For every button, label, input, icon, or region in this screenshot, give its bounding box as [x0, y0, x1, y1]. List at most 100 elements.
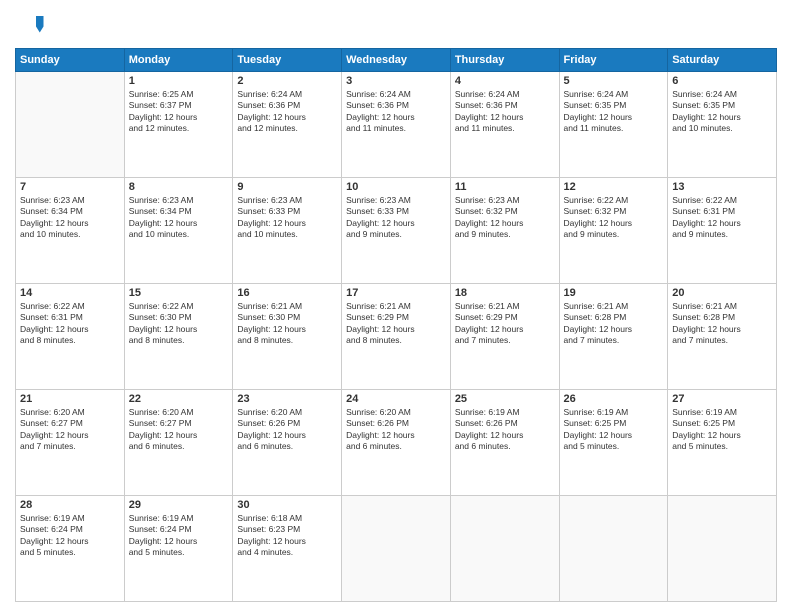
calendar-cell: 1 Sunrise: 6:25 AMSunset: 6:37 PMDaylight… — [124, 72, 233, 178]
day-info: Sunrise: 6:19 AMSunset: 6:24 PMDaylight:… — [20, 513, 120, 559]
day-number: 12 — [564, 181, 664, 193]
day-info: Sunrise: 6:20 AMSunset: 6:27 PMDaylight:… — [129, 407, 229, 453]
calendar-cell — [342, 496, 451, 602]
day-info: Sunrise: 6:19 AMSunset: 6:25 PMDaylight:… — [672, 407, 772, 453]
day-info: Sunrise: 6:21 AMSunset: 6:28 PMDaylight:… — [564, 301, 664, 347]
day-number: 29 — [129, 499, 229, 511]
day-info: Sunrise: 6:19 AMSunset: 6:26 PMDaylight:… — [455, 407, 555, 453]
calendar-cell: 18 Sunrise: 6:21 AMSunset: 6:29 PMDayligh… — [450, 284, 559, 390]
calendar-cell — [450, 496, 559, 602]
col-header-saturday: Saturday — [668, 49, 777, 72]
day-number: 13 — [672, 181, 772, 193]
calendar-cell: 11 Sunrise: 6:23 AMSunset: 6:32 PMDayligh… — [450, 178, 559, 284]
day-number: 26 — [564, 393, 664, 405]
day-number: 23 — [237, 393, 337, 405]
day-info: Sunrise: 6:21 AMSunset: 6:29 PMDaylight:… — [346, 301, 446, 347]
calendar-cell — [16, 72, 125, 178]
col-header-tuesday: Tuesday — [233, 49, 342, 72]
day-info: Sunrise: 6:21 AMSunset: 6:28 PMDaylight:… — [672, 301, 772, 347]
day-number: 27 — [672, 393, 772, 405]
day-info: Sunrise: 6:20 AMSunset: 6:27 PMDaylight:… — [20, 407, 120, 453]
calendar-cell: 21 Sunrise: 6:20 AMSunset: 6:27 PMDayligh… — [16, 390, 125, 496]
day-number: 11 — [455, 181, 555, 193]
header — [15, 10, 777, 40]
day-info: Sunrise: 6:24 AMSunset: 6:36 PMDaylight:… — [346, 89, 446, 135]
calendar-table: SundayMondayTuesdayWednesdayThursdayFrid… — [15, 48, 777, 602]
col-header-sunday: Sunday — [16, 49, 125, 72]
day-info: Sunrise: 6:23 AMSunset: 6:33 PMDaylight:… — [237, 195, 337, 241]
day-info: Sunrise: 6:21 AMSunset: 6:29 PMDaylight:… — [455, 301, 555, 347]
day-info: Sunrise: 6:23 AMSunset: 6:34 PMDaylight:… — [20, 195, 120, 241]
calendar-cell: 10 Sunrise: 6:23 AMSunset: 6:33 PMDayligh… — [342, 178, 451, 284]
day-number: 20 — [672, 287, 772, 299]
calendar-cell: 27 Sunrise: 6:19 AMSunset: 6:25 PMDayligh… — [668, 390, 777, 496]
day-info: Sunrise: 6:24 AMSunset: 6:35 PMDaylight:… — [672, 89, 772, 135]
day-info: Sunrise: 6:20 AMSunset: 6:26 PMDaylight:… — [237, 407, 337, 453]
day-info: Sunrise: 6:23 AMSunset: 6:32 PMDaylight:… — [455, 195, 555, 241]
calendar-cell: 17 Sunrise: 6:21 AMSunset: 6:29 PMDayligh… — [342, 284, 451, 390]
calendar-cell — [668, 496, 777, 602]
col-header-wednesday: Wednesday — [342, 49, 451, 72]
calendar-cell: 2 Sunrise: 6:24 AMSunset: 6:36 PMDaylight… — [233, 72, 342, 178]
calendar-cell: 24Sunrise: 6:20 AMSunset: 6:26 PMDayligh… — [342, 390, 451, 496]
calendar-cell: 28 Sunrise: 6:19 AMSunset: 6:24 PMDayligh… — [16, 496, 125, 602]
day-info: Sunrise: 6:25 AMSunset: 6:37 PMDaylight:… — [129, 89, 229, 135]
calendar-week-row: 14Sunrise: 6:22 AMSunset: 6:31 PMDayligh… — [16, 284, 777, 390]
day-info: Sunrise: 6:21 AMSunset: 6:30 PMDaylight:… — [237, 301, 337, 347]
day-number: 17 — [346, 287, 446, 299]
calendar-cell: 26 Sunrise: 6:19 AMSunset: 6:25 PMDayligh… — [559, 390, 668, 496]
calendar-cell: 25 Sunrise: 6:19 AMSunset: 6:26 PMDayligh… — [450, 390, 559, 496]
day-info: Sunrise: 6:22 AMSunset: 6:30 PMDaylight:… — [129, 301, 229, 347]
calendar-cell: 6 Sunrise: 6:24 AMSunset: 6:35 PMDaylight… — [668, 72, 777, 178]
day-number: 6 — [672, 75, 772, 87]
day-number: 21 — [20, 393, 120, 405]
day-info: Sunrise: 6:22 AMSunset: 6:31 PMDaylight:… — [672, 195, 772, 241]
calendar-cell: 13 Sunrise: 6:22 AMSunset: 6:31 PMDayligh… — [668, 178, 777, 284]
calendar-cell: 14Sunrise: 6:22 AMSunset: 6:31 PMDayligh… — [16, 284, 125, 390]
calendar-cell: 29 Sunrise: 6:19 AMSunset: 6:24 PMDayligh… — [124, 496, 233, 602]
calendar-cell: 30 Sunrise: 6:18 AMSunset: 6:23 PMDayligh… — [233, 496, 342, 602]
day-info: Sunrise: 6:19 AMSunset: 6:24 PMDaylight:… — [129, 513, 229, 559]
day-number: 14 — [20, 287, 120, 299]
calendar-cell: 3 Sunrise: 6:24 AMSunset: 6:36 PMDaylight… — [342, 72, 451, 178]
day-number: 30 — [237, 499, 337, 511]
col-header-monday: Monday — [124, 49, 233, 72]
calendar-cell: 8Sunrise: 6:23 AMSunset: 6:34 PMDaylight… — [124, 178, 233, 284]
day-number: 5 — [564, 75, 664, 87]
day-number: 2 — [237, 75, 337, 87]
day-number: 28 — [20, 499, 120, 511]
day-number: 16 — [237, 287, 337, 299]
calendar-cell: 16 Sunrise: 6:21 AMSunset: 6:30 PMDayligh… — [233, 284, 342, 390]
calendar-cell — [559, 496, 668, 602]
logo-icon — [15, 10, 45, 40]
day-info: Sunrise: 6:18 AMSunset: 6:23 PMDaylight:… — [237, 513, 337, 559]
day-number: 24 — [346, 393, 446, 405]
day-number: 3 — [346, 75, 446, 87]
day-number: 10 — [346, 181, 446, 193]
calendar-cell: 12Sunrise: 6:22 AMSunset: 6:32 PMDayligh… — [559, 178, 668, 284]
calendar-header-row: SundayMondayTuesdayWednesdayThursdayFrid… — [16, 49, 777, 72]
calendar-cell: 19Sunrise: 6:21 AMSunset: 6:28 PMDayligh… — [559, 284, 668, 390]
calendar-cell: 4 Sunrise: 6:24 AMSunset: 6:36 PMDaylight… — [450, 72, 559, 178]
calendar-cell: 23 Sunrise: 6:20 AMSunset: 6:26 PMDayligh… — [233, 390, 342, 496]
day-number: 8 — [129, 181, 229, 193]
day-info: Sunrise: 6:24 AMSunset: 6:36 PMDaylight:… — [455, 89, 555, 135]
day-number: 25 — [455, 393, 555, 405]
page: SundayMondayTuesdayWednesdayThursdayFrid… — [0, 0, 792, 612]
calendar-cell: 22 Sunrise: 6:20 AMSunset: 6:27 PMDayligh… — [124, 390, 233, 496]
day-number: 4 — [455, 75, 555, 87]
day-info: Sunrise: 6:23 AMSunset: 6:33 PMDaylight:… — [346, 195, 446, 241]
day-info: Sunrise: 6:24 AMSunset: 6:36 PMDaylight:… — [237, 89, 337, 135]
day-number: 22 — [129, 393, 229, 405]
day-number: 9 — [237, 181, 337, 193]
calendar-week-row: 21 Sunrise: 6:20 AMSunset: 6:27 PMDayligh… — [16, 390, 777, 496]
day-info: Sunrise: 6:19 AMSunset: 6:25 PMDaylight:… — [564, 407, 664, 453]
day-number: 1 — [129, 75, 229, 87]
col-header-friday: Friday — [559, 49, 668, 72]
calendar-cell: 15Sunrise: 6:22 AMSunset: 6:30 PMDayligh… — [124, 284, 233, 390]
calendar-week-row: 1 Sunrise: 6:25 AMSunset: 6:37 PMDaylight… — [16, 72, 777, 178]
logo — [15, 10, 49, 40]
day-number: 18 — [455, 287, 555, 299]
calendar-cell: 7 Sunrise: 6:23 AMSunset: 6:34 PMDaylight… — [16, 178, 125, 284]
day-number: 7 — [20, 181, 120, 193]
